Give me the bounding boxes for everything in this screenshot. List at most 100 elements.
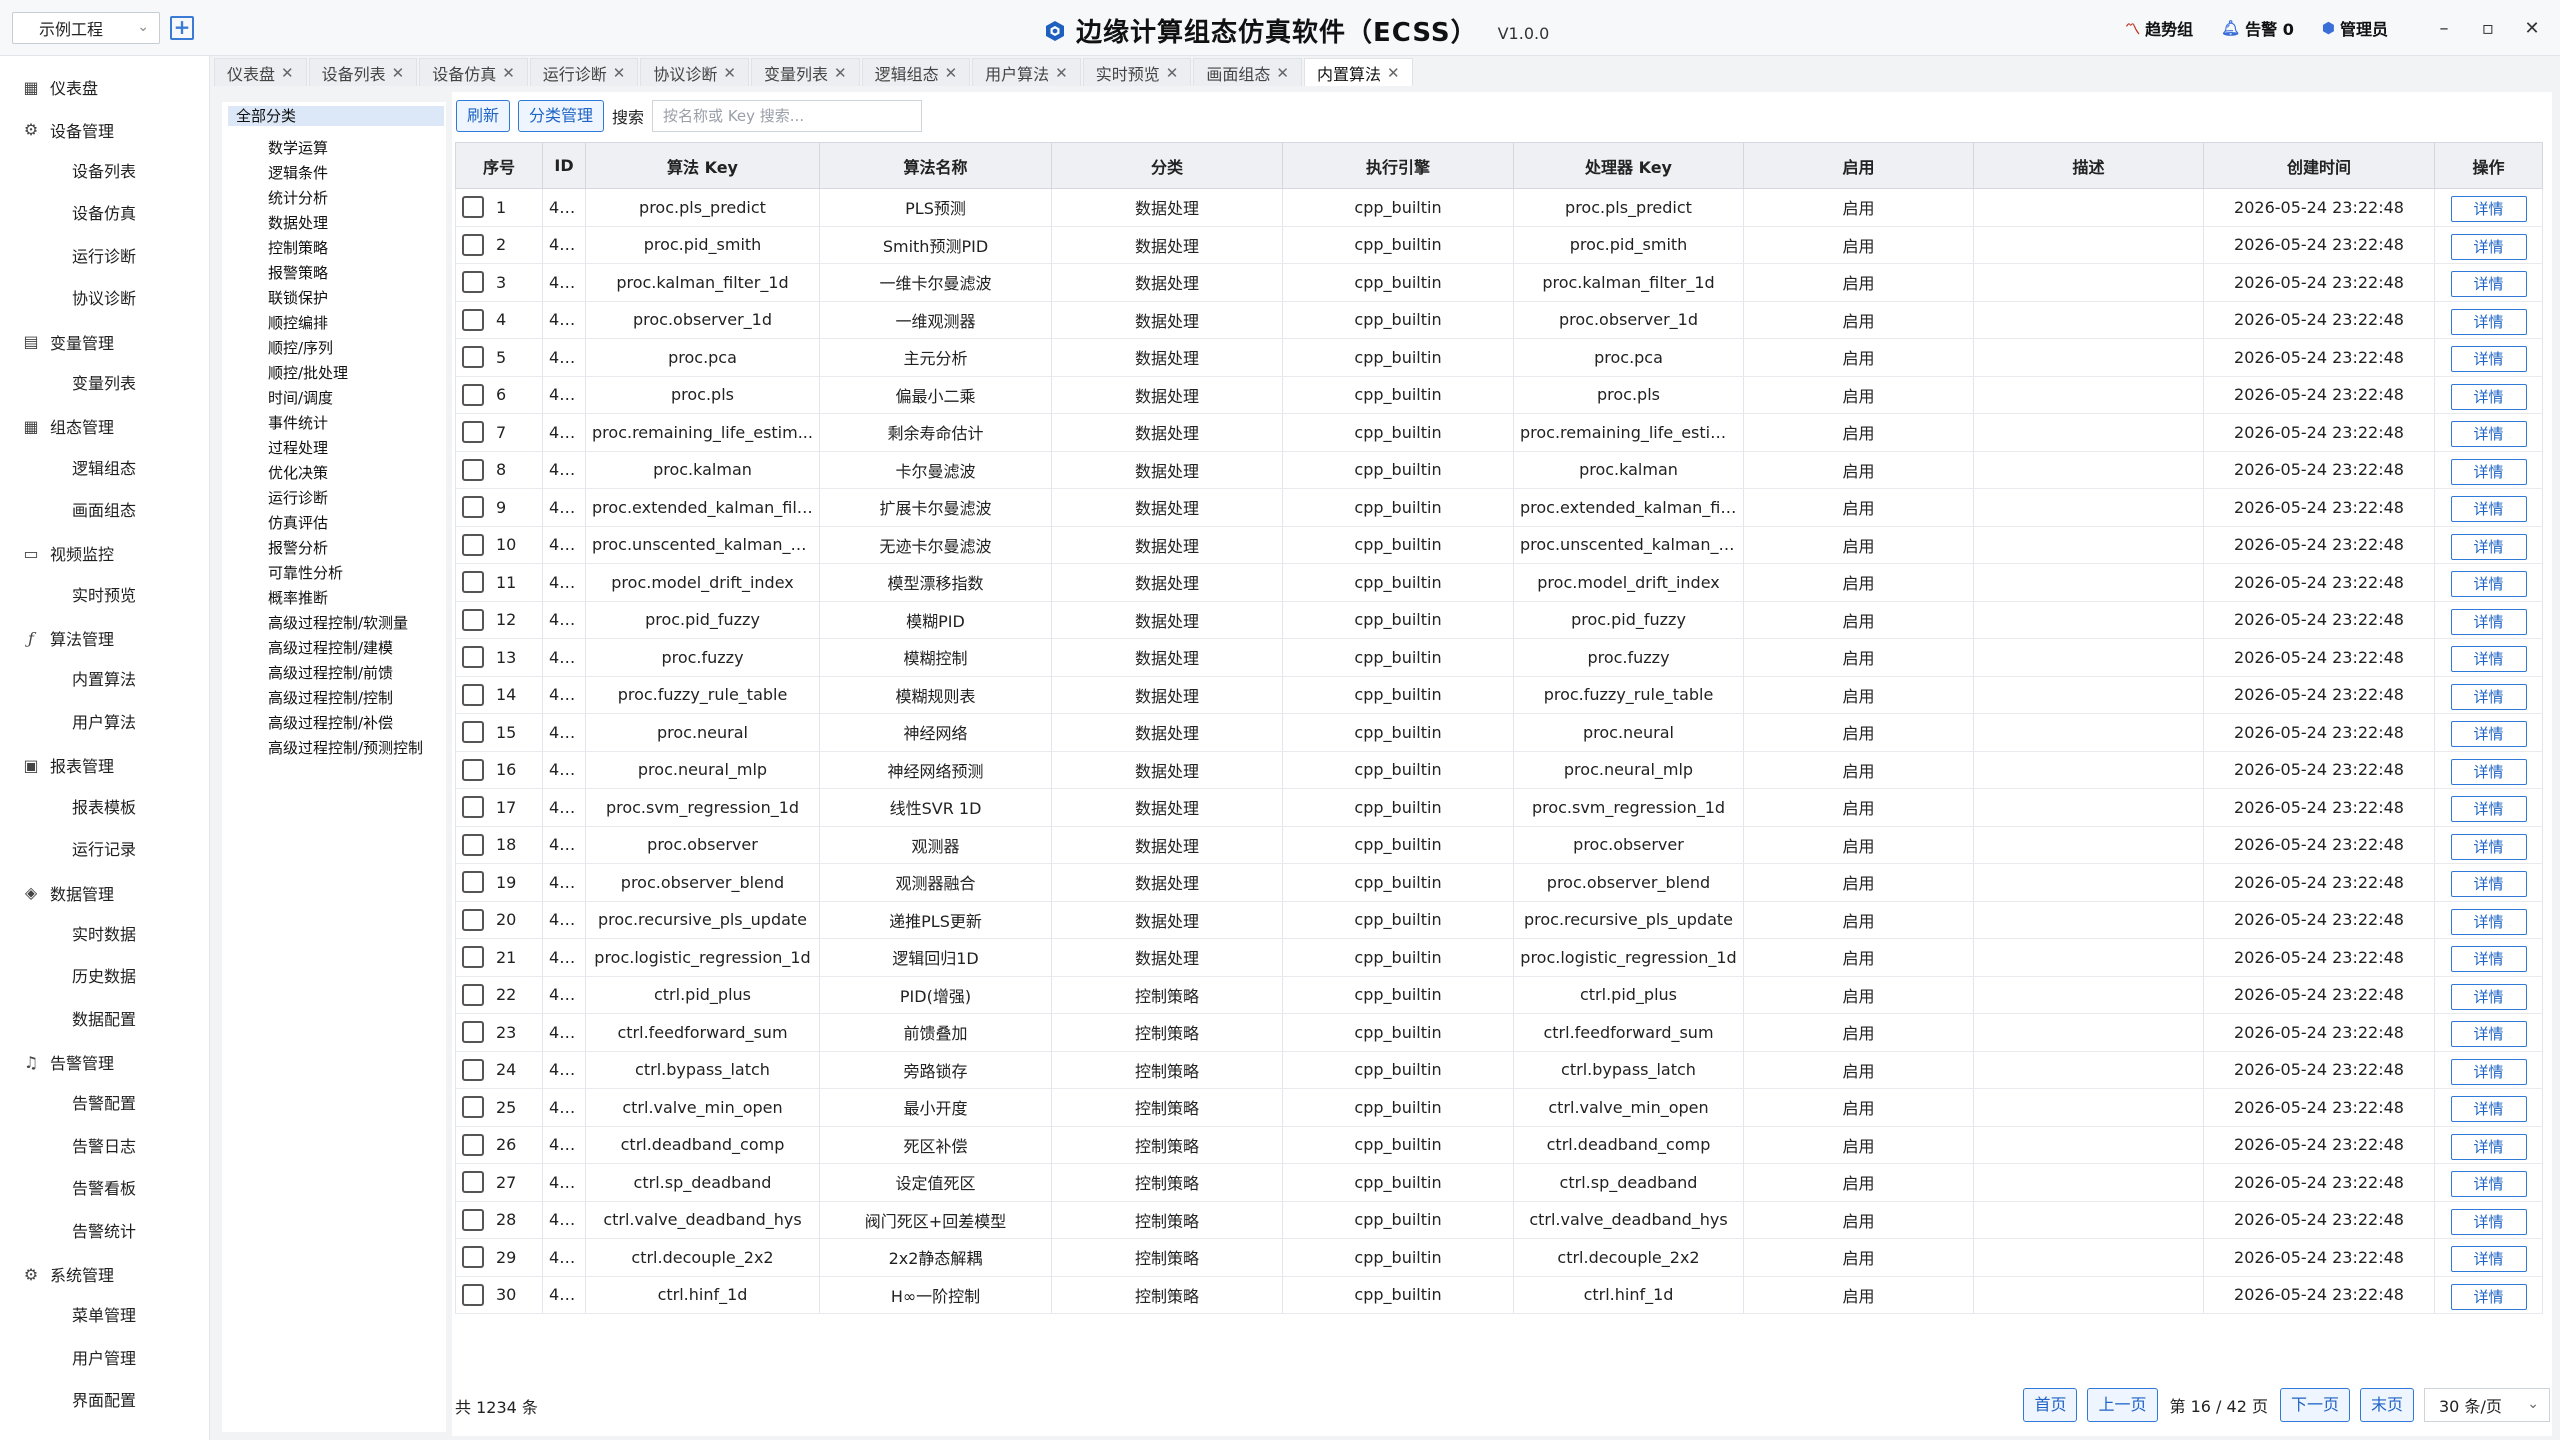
category-item[interactable]: 概率推断 — [222, 586, 446, 611]
row-checkbox[interactable] — [462, 608, 484, 631]
close-icon[interactable]: ✕ — [502, 64, 515, 82]
prev-page-button[interactable]: 上一页 — [2087, 1388, 2158, 1422]
tab[interactable]: 设备仿真 ✕ — [419, 58, 528, 86]
category-item[interactable]: 顺控/序列 — [222, 336, 446, 361]
sidebar-group[interactable]: ▦ 仪表盘 — [0, 66, 209, 108]
sidebar-item[interactable]: 界面配置 — [0, 1380, 209, 1422]
row-checkbox[interactable] — [462, 983, 484, 1006]
detail-button[interactable]: 详情 — [2450, 1096, 2527, 1123]
detail-button[interactable]: 详情 — [2450, 983, 2527, 1010]
minimize-button[interactable]: – — [2422, 18, 2466, 39]
row-checkbox[interactable] — [462, 646, 484, 669]
sidebar-item[interactable]: 告警统计 — [0, 1211, 209, 1253]
detail-button[interactable]: 详情 — [2450, 608, 2527, 635]
detail-button[interactable]: 详情 — [2450, 721, 2527, 748]
tab[interactable]: 设备列表 ✕ — [308, 58, 418, 86]
sidebar-item[interactable]: 画面组态 — [0, 490, 209, 532]
row-checkbox[interactable] — [462, 1208, 484, 1231]
category-item[interactable]: 高级过程控制/软测量 — [222, 611, 446, 636]
row-checkbox[interactable] — [462, 533, 484, 556]
detail-button[interactable]: 详情 — [2450, 271, 2527, 298]
row-checkbox[interactable] — [462, 1133, 484, 1156]
close-icon[interactable]: ✕ — [834, 64, 847, 82]
sidebar-item[interactable]: 用户管理 — [0, 1338, 209, 1380]
tab[interactable]: 仪表盘 ✕ — [214, 58, 307, 86]
detail-button[interactable]: 详情 — [2450, 571, 2527, 598]
row-checkbox[interactable] — [462, 1096, 484, 1119]
detail-button[interactable]: 详情 — [2450, 1058, 2527, 1085]
row-checkbox[interactable] — [462, 1058, 484, 1081]
row-checkbox[interactable] — [462, 346, 484, 369]
detail-button[interactable]: 详情 — [2450, 796, 2527, 823]
detail-button[interactable]: 详情 — [2450, 233, 2527, 260]
sidebar-item[interactable]: 实时数据 — [0, 914, 209, 956]
category-item[interactable]: 高级过程控制/建模 — [222, 636, 446, 661]
row-checkbox[interactable] — [462, 1246, 484, 1269]
close-icon[interactable]: ✕ — [1055, 64, 1068, 82]
row-checkbox[interactable] — [462, 796, 484, 819]
detail-button[interactable]: 详情 — [2450, 458, 2527, 485]
maximize-button[interactable]: ▫ — [2466, 18, 2510, 39]
row-checkbox[interactable] — [462, 721, 484, 744]
sidebar-group[interactable]: ⚙ 系统管理 — [0, 1253, 209, 1295]
row-checkbox[interactable] — [462, 683, 484, 706]
tab[interactable]: 用户算法 ✕ — [972, 58, 1081, 86]
row-checkbox[interactable] — [462, 271, 484, 294]
detail-button[interactable]: 详情 — [2450, 383, 2527, 410]
detail-button[interactable]: 详情 — [2450, 308, 2527, 335]
category-item[interactable]: 高级过程控制/前馈 — [222, 661, 446, 686]
category-item[interactable]: 过程处理 — [222, 436, 446, 461]
category-item[interactable]: 报警分析 — [222, 536, 446, 561]
category-item[interactable]: 时间/调度 — [222, 386, 446, 411]
tab[interactable]: 实时预览 ✕ — [1082, 58, 1192, 86]
next-page-button[interactable]: 下一页 — [2279, 1388, 2350, 1422]
category-item[interactable]: 高级过程控制/补偿 — [222, 711, 446, 736]
row-checkbox[interactable] — [462, 571, 484, 594]
detail-button[interactable]: 详情 — [2450, 833, 2527, 860]
category-item[interactable]: 控制策略 — [222, 236, 446, 261]
row-checkbox[interactable] — [462, 308, 484, 331]
row-checkbox[interactable] — [462, 1283, 484, 1306]
detail-button[interactable]: 详情 — [2450, 946, 2527, 973]
close-icon[interactable]: ✕ — [281, 64, 294, 82]
sidebar-group[interactable]: ♫ 告警管理 — [0, 1041, 209, 1083]
sidebar-item[interactable]: 逻辑组态 — [0, 448, 209, 490]
alarm-button[interactable]: 🔔︎ 告警 0 — [2221, 16, 2294, 40]
sidebar-item[interactable]: 设备仿真 — [0, 193, 209, 235]
sidebar-item[interactable]: 设备列表 — [0, 151, 209, 193]
detail-button[interactable]: 详情 — [2450, 1208, 2527, 1235]
search-input[interactable] — [652, 100, 923, 132]
refresh-button[interactable]: 刷新 — [456, 100, 511, 132]
row-checkbox[interactable] — [462, 871, 484, 894]
sidebar-group[interactable]: ƒ 算法管理 — [0, 617, 209, 659]
category-root[interactable]: 全部分类 — [228, 106, 444, 126]
first-page-button[interactable]: 首页 — [2023, 1388, 2078, 1422]
category-item[interactable]: 数学运算 — [222, 136, 446, 161]
close-icon[interactable]: ✕ — [723, 64, 736, 82]
tab[interactable]: 逻辑组态 ✕ — [861, 58, 971, 86]
detail-button[interactable]: 详情 — [2450, 196, 2527, 223]
category-item[interactable]: 报警策略 — [222, 261, 446, 286]
sidebar-item[interactable]: 菜单管理 — [0, 1295, 209, 1337]
row-checkbox[interactable] — [462, 758, 484, 781]
detail-button[interactable]: 详情 — [2450, 533, 2527, 560]
detail-button[interactable]: 详情 — [2450, 758, 2527, 785]
sidebar-item[interactable]: 运行记录 — [0, 829, 209, 871]
row-checkbox[interactable] — [462, 421, 484, 444]
detail-button[interactable]: 详情 — [2450, 1133, 2527, 1160]
category-item[interactable]: 可靠性分析 — [222, 561, 446, 586]
sidebar-item[interactable]: 运行诊断 — [0, 236, 209, 278]
category-item[interactable]: 运行诊断 — [222, 486, 446, 511]
category-item[interactable]: 事件统计 — [222, 411, 446, 436]
tab[interactable]: 内置算法 ✕ — [1303, 58, 1413, 86]
sidebar-item[interactable]: 告警日志 — [0, 1126, 209, 1168]
sidebar-item[interactable]: 历史数据 — [0, 956, 209, 998]
row-checkbox[interactable] — [462, 833, 484, 856]
row-checkbox[interactable] — [462, 946, 484, 969]
trend-group-button[interactable]: 〽 趋势组 — [2125, 16, 2193, 40]
detail-button[interactable]: 详情 — [2450, 871, 2527, 898]
sidebar-item[interactable]: 协议诊断 — [0, 278, 209, 320]
category-item[interactable]: 高级过程控制/预测控制 — [222, 736, 446, 761]
sidebar-item[interactable]: 实时预览 — [0, 575, 209, 617]
tab[interactable]: 画面组态 ✕ — [1193, 58, 1302, 86]
